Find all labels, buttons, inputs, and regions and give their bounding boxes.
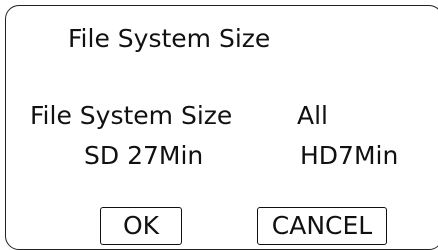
file-system-size-value[interactable]: All: [297, 101, 328, 130]
dialog-title: File System Size: [68, 24, 271, 53]
cancel-button[interactable]: CANCEL: [257, 207, 387, 245]
hd-duration-option[interactable]: HD7Min: [300, 141, 398, 170]
sd-duration-option[interactable]: SD 27Min: [84, 141, 203, 170]
ok-button[interactable]: OK: [100, 207, 182, 245]
file-system-size-dialog: File System Size File System Size All SD…: [5, 5, 438, 250]
file-system-size-label: File System Size: [30, 101, 233, 130]
